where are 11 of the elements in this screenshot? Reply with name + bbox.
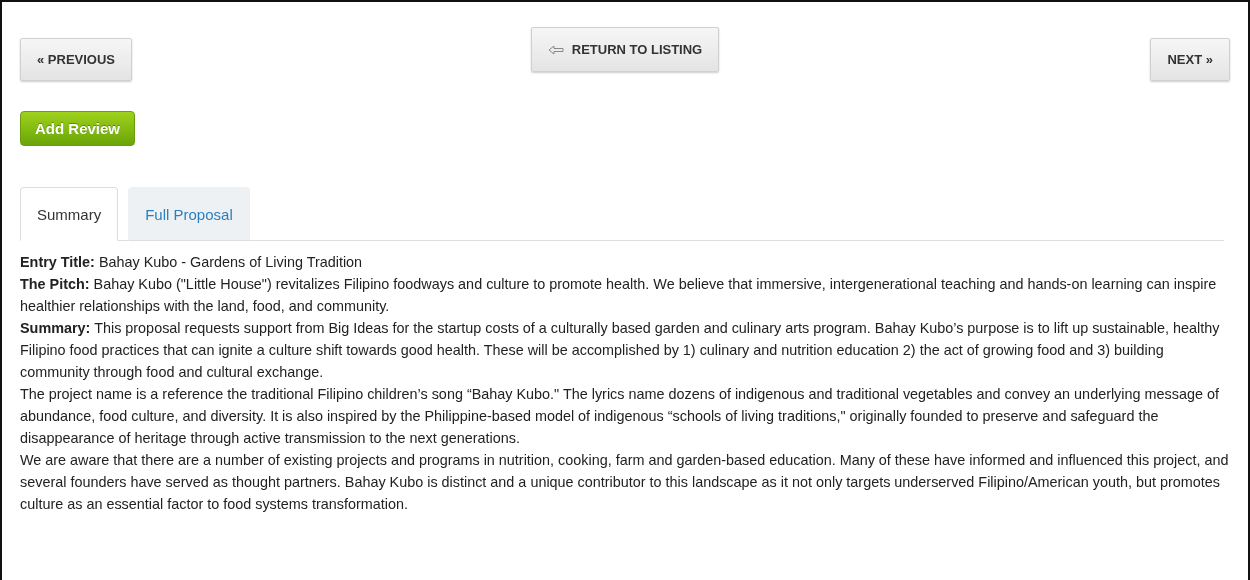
previous-button[interactable]: « PREVIOUS [20, 38, 133, 81]
paragraph: Summary: This proposal requests support from Big Ideas for the startup costs of a culturally based garden and culinary arts program. Bahay Kubo’s purpose is to lift up sustainable, healthy Filipino food practices that can ignite a culture shift towards good health. These will be accomplished by 1) culinary and nutrition education 2) the act of growing food and 3) building community through food and cultural exchange. [20, 319, 1221, 382]
paragraph: We are aware that there are a number of existing projects and programs in nutrition, cooking, farm and garden-based education. Many of these have informed and influenced this project, and several founders have served as thought partners. Bahay Kubo is distinct and a unique contributor to this landscape as it not only targets underserved Filipino/American youth, but promotes culture as an essential factor to food systems transformation. [20, 451, 1230, 514]
paragraph: The Pitch: Bahay Kubo ("Little House") revitalizes Filipino foodways and culture to promote health. We believe that immersive, intergenerational teaching and hands-on learning can inspire healthier relationships with the land, food, and community. [20, 275, 1218, 316]
tab[interactable]: Full Proposal [128, 187, 250, 241]
tab[interactable]: Summary [20, 187, 119, 241]
next-button[interactable]: NEXT » [1150, 38, 1230, 81]
paragraph: Entry Title: Bahay Kubo - Gardens of Living Tradition [20, 253, 364, 272]
return-to-listing-button[interactable]: RETURN TO LISTING [530, 27, 720, 72]
paragraph: The project name is a reference the traditional Filipino children’s song “Bahay Kubo." The lyrics name dozens of indigenous and traditional vegetables and convey an underlying message of abundance, food culture, and diversity. It is also inspired by the Philippine-based model of indigenous “schools of living traditions," originally founded to preserve and safeguard the disappearance of heritage through active transmission to the next generations. [20, 385, 1220, 448]
left-arrow-icon [547, 44, 564, 55]
